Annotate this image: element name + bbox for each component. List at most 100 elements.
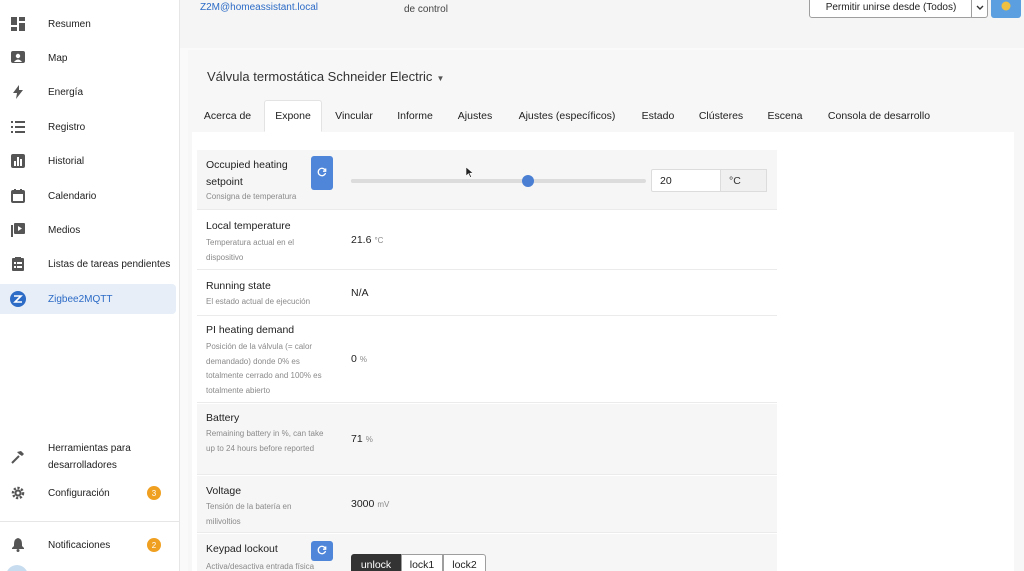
sidebar-item-label: Resumen bbox=[48, 18, 91, 30]
pi-heating-demand-value: 0% bbox=[351, 353, 367, 365]
permit-join-button[interactable]: Permitir unirse desde (Todos) bbox=[809, 0, 973, 18]
sidebar-item-map[interactable]: Map bbox=[0, 43, 176, 73]
row-description: Tensión de la batería en milivoltios bbox=[206, 502, 292, 526]
sidebar-item-label: Zigbee2MQTT bbox=[48, 293, 113, 305]
sidebar-item-label: Medios bbox=[48, 224, 81, 236]
device-title[interactable]: Válvula termostática Schneider Electric ▼ bbox=[207, 69, 444, 84]
control-label: de control bbox=[404, 4, 448, 15]
refresh-keypad-lockout-button[interactable] bbox=[311, 541, 333, 561]
sidebar-item-zigbee2mqtt[interactable]: Zigbee2MQTT bbox=[0, 284, 176, 314]
calendar-icon bbox=[10, 188, 26, 204]
tab-expone[interactable]: Expone bbox=[264, 100, 322, 132]
battery-value: 71% bbox=[351, 433, 373, 445]
sidebar-item-notificaciones[interactable]: Notificaciones 2 bbox=[0, 530, 176, 560]
expose-row-battery: Battery Remaining battery in %, can take… bbox=[197, 404, 777, 475]
sidebar: Resumen Map Energía Registro Historial C… bbox=[0, 0, 180, 571]
sidebar-item-label: Energía bbox=[48, 86, 84, 98]
setpoint-unit: °C bbox=[721, 169, 767, 192]
tab-estado[interactable]: Estado bbox=[629, 100, 687, 132]
sidebar-item-calendario[interactable]: Calendario bbox=[0, 181, 176, 211]
sidebar-item-historial[interactable]: Historial bbox=[0, 146, 176, 176]
hammer-icon bbox=[10, 449, 26, 465]
clipboard-icon bbox=[10, 256, 26, 272]
sidebar-item-medios[interactable]: Medios bbox=[0, 215, 176, 245]
chevron-down-icon bbox=[976, 0, 984, 16]
option-lock1[interactable]: lock1 bbox=[401, 554, 443, 571]
map-icon bbox=[10, 50, 26, 66]
sidebar-item-label: Registro bbox=[48, 121, 86, 133]
tab-consola-desarrollo[interactable]: Consola de desarrollo bbox=[816, 100, 942, 132]
media-icon bbox=[10, 222, 26, 238]
expose-row-local-temperature: Local temperature Temperatura actual en … bbox=[197, 211, 777, 270]
row-description: Consigna de temperatura bbox=[206, 192, 297, 201]
sidebar-item-label: Notificaciones bbox=[48, 539, 111, 551]
running-state-value: N/A bbox=[351, 287, 369, 299]
tab-acerca-de[interactable]: Acerca de bbox=[192, 100, 263, 132]
permit-join-dropdown[interactable] bbox=[971, 0, 988, 18]
device-title-text: Válvula termostática Schneider Electric bbox=[207, 69, 433, 84]
expose-row-pi-heating-demand: PI heating demand Posición de la válvula… bbox=[197, 317, 777, 403]
sidebar-item-registro[interactable]: Registro bbox=[0, 112, 176, 142]
voltage-value: 3000 mV bbox=[351, 498, 390, 510]
sidebar-item-resumen[interactable]: Resumen bbox=[0, 9, 176, 39]
tab-ajustes[interactable]: Ajustes bbox=[445, 100, 505, 132]
sidebar-item-label: Listas de tareas pendientes bbox=[48, 258, 171, 270]
row-label: Battery bbox=[206, 412, 240, 424]
avatar[interactable] bbox=[6, 565, 28, 571]
smiley-icon bbox=[1001, 0, 1011, 16]
refresh-icon bbox=[317, 164, 327, 182]
setpoint-input[interactable] bbox=[651, 169, 721, 192]
lightning-icon bbox=[10, 84, 26, 100]
option-lock2[interactable]: lock2 bbox=[443, 554, 486, 571]
gear-icon bbox=[10, 485, 26, 501]
tab-escena[interactable]: Escena bbox=[755, 100, 815, 132]
keypad-lockout-options: unlock lock1 lock2 bbox=[351, 554, 486, 571]
topbar: Z2M@homeassistant.local de control Permi… bbox=[180, 0, 1024, 48]
row-description: Posición de la válvula (= calor demandad… bbox=[206, 342, 322, 395]
bell-icon bbox=[10, 537, 26, 553]
row-description: Remaining battery in %, can take up to 2… bbox=[206, 429, 324, 453]
row-label: Running state bbox=[206, 280, 271, 292]
sidebar-item-tareas[interactable]: Listas de tareas pendientes bbox=[0, 249, 176, 279]
row-description: Temperatura actual en el dispositivo bbox=[206, 238, 295, 262]
notification-badge: 2 bbox=[147, 538, 161, 552]
expose-row-running-state: Running state El estado actual de ejecuc… bbox=[197, 271, 777, 316]
expose-row-voltage: Voltage Tensión de la batería en milivol… bbox=[197, 476, 777, 533]
zigbee-icon bbox=[10, 291, 26, 307]
list-icon bbox=[10, 119, 26, 135]
sidebar-item-herramientas[interactable]: Herramientas para desarrolladores bbox=[0, 440, 176, 474]
row-description: Activa/desactiva entrada física bbox=[206, 562, 315, 571]
row-label: Voltage bbox=[206, 485, 242, 497]
row-label: Occupied heating setpoint bbox=[206, 159, 288, 188]
z2m-instance-link[interactable]: Z2M@homeassistant.local bbox=[200, 2, 318, 13]
tab-ajustes-especificos[interactable]: Ajustes (específicos) bbox=[506, 100, 628, 132]
notification-badge: 3 bbox=[147, 486, 161, 500]
slider-thumb[interactable] bbox=[522, 175, 534, 187]
option-unlock[interactable]: unlock bbox=[351, 554, 401, 571]
setpoint-slider[interactable] bbox=[351, 175, 646, 187]
row-description: El estado actual de ejecución bbox=[206, 297, 311, 306]
sidebar-item-configuracion[interactable]: Configuración 3 bbox=[0, 478, 176, 508]
sidebar-item-energia[interactable]: Energía bbox=[0, 77, 176, 107]
refresh-setpoint-button[interactable] bbox=[311, 156, 333, 190]
extra-action-button[interactable] bbox=[991, 0, 1021, 18]
sidebar-item-label: Map bbox=[48, 52, 68, 64]
tab-clusteres[interactable]: Clústeres bbox=[688, 100, 754, 132]
slider-fill bbox=[351, 179, 528, 183]
chart-icon bbox=[10, 153, 26, 169]
expose-row-keypad-lockout: Keypad lockout Activa/desactiva entrada … bbox=[197, 534, 777, 571]
tab-informe[interactable]: Informe bbox=[386, 100, 444, 132]
sidebar-item-label: Herramientas para desarrolladores bbox=[48, 443, 131, 471]
row-label: PI heating demand bbox=[206, 324, 295, 336]
local-temperature-value: 21.6 °C bbox=[351, 234, 384, 246]
tab-vincular[interactable]: Vincular bbox=[323, 100, 385, 132]
sidebar-item-label: Historial bbox=[48, 155, 85, 167]
sidebar-item-label: Configuración bbox=[48, 487, 110, 499]
dashboard-icon bbox=[10, 16, 26, 32]
row-label: Local temperature bbox=[206, 220, 291, 232]
mouse-cursor-icon bbox=[465, 165, 474, 183]
chevron-down-icon: ▼ bbox=[436, 74, 445, 83]
permit-join-label: Permitir unirse desde (Todos) bbox=[825, 1, 957, 13]
row-label: Keypad lockout bbox=[206, 543, 278, 555]
sidebar-divider bbox=[0, 521, 180, 522]
